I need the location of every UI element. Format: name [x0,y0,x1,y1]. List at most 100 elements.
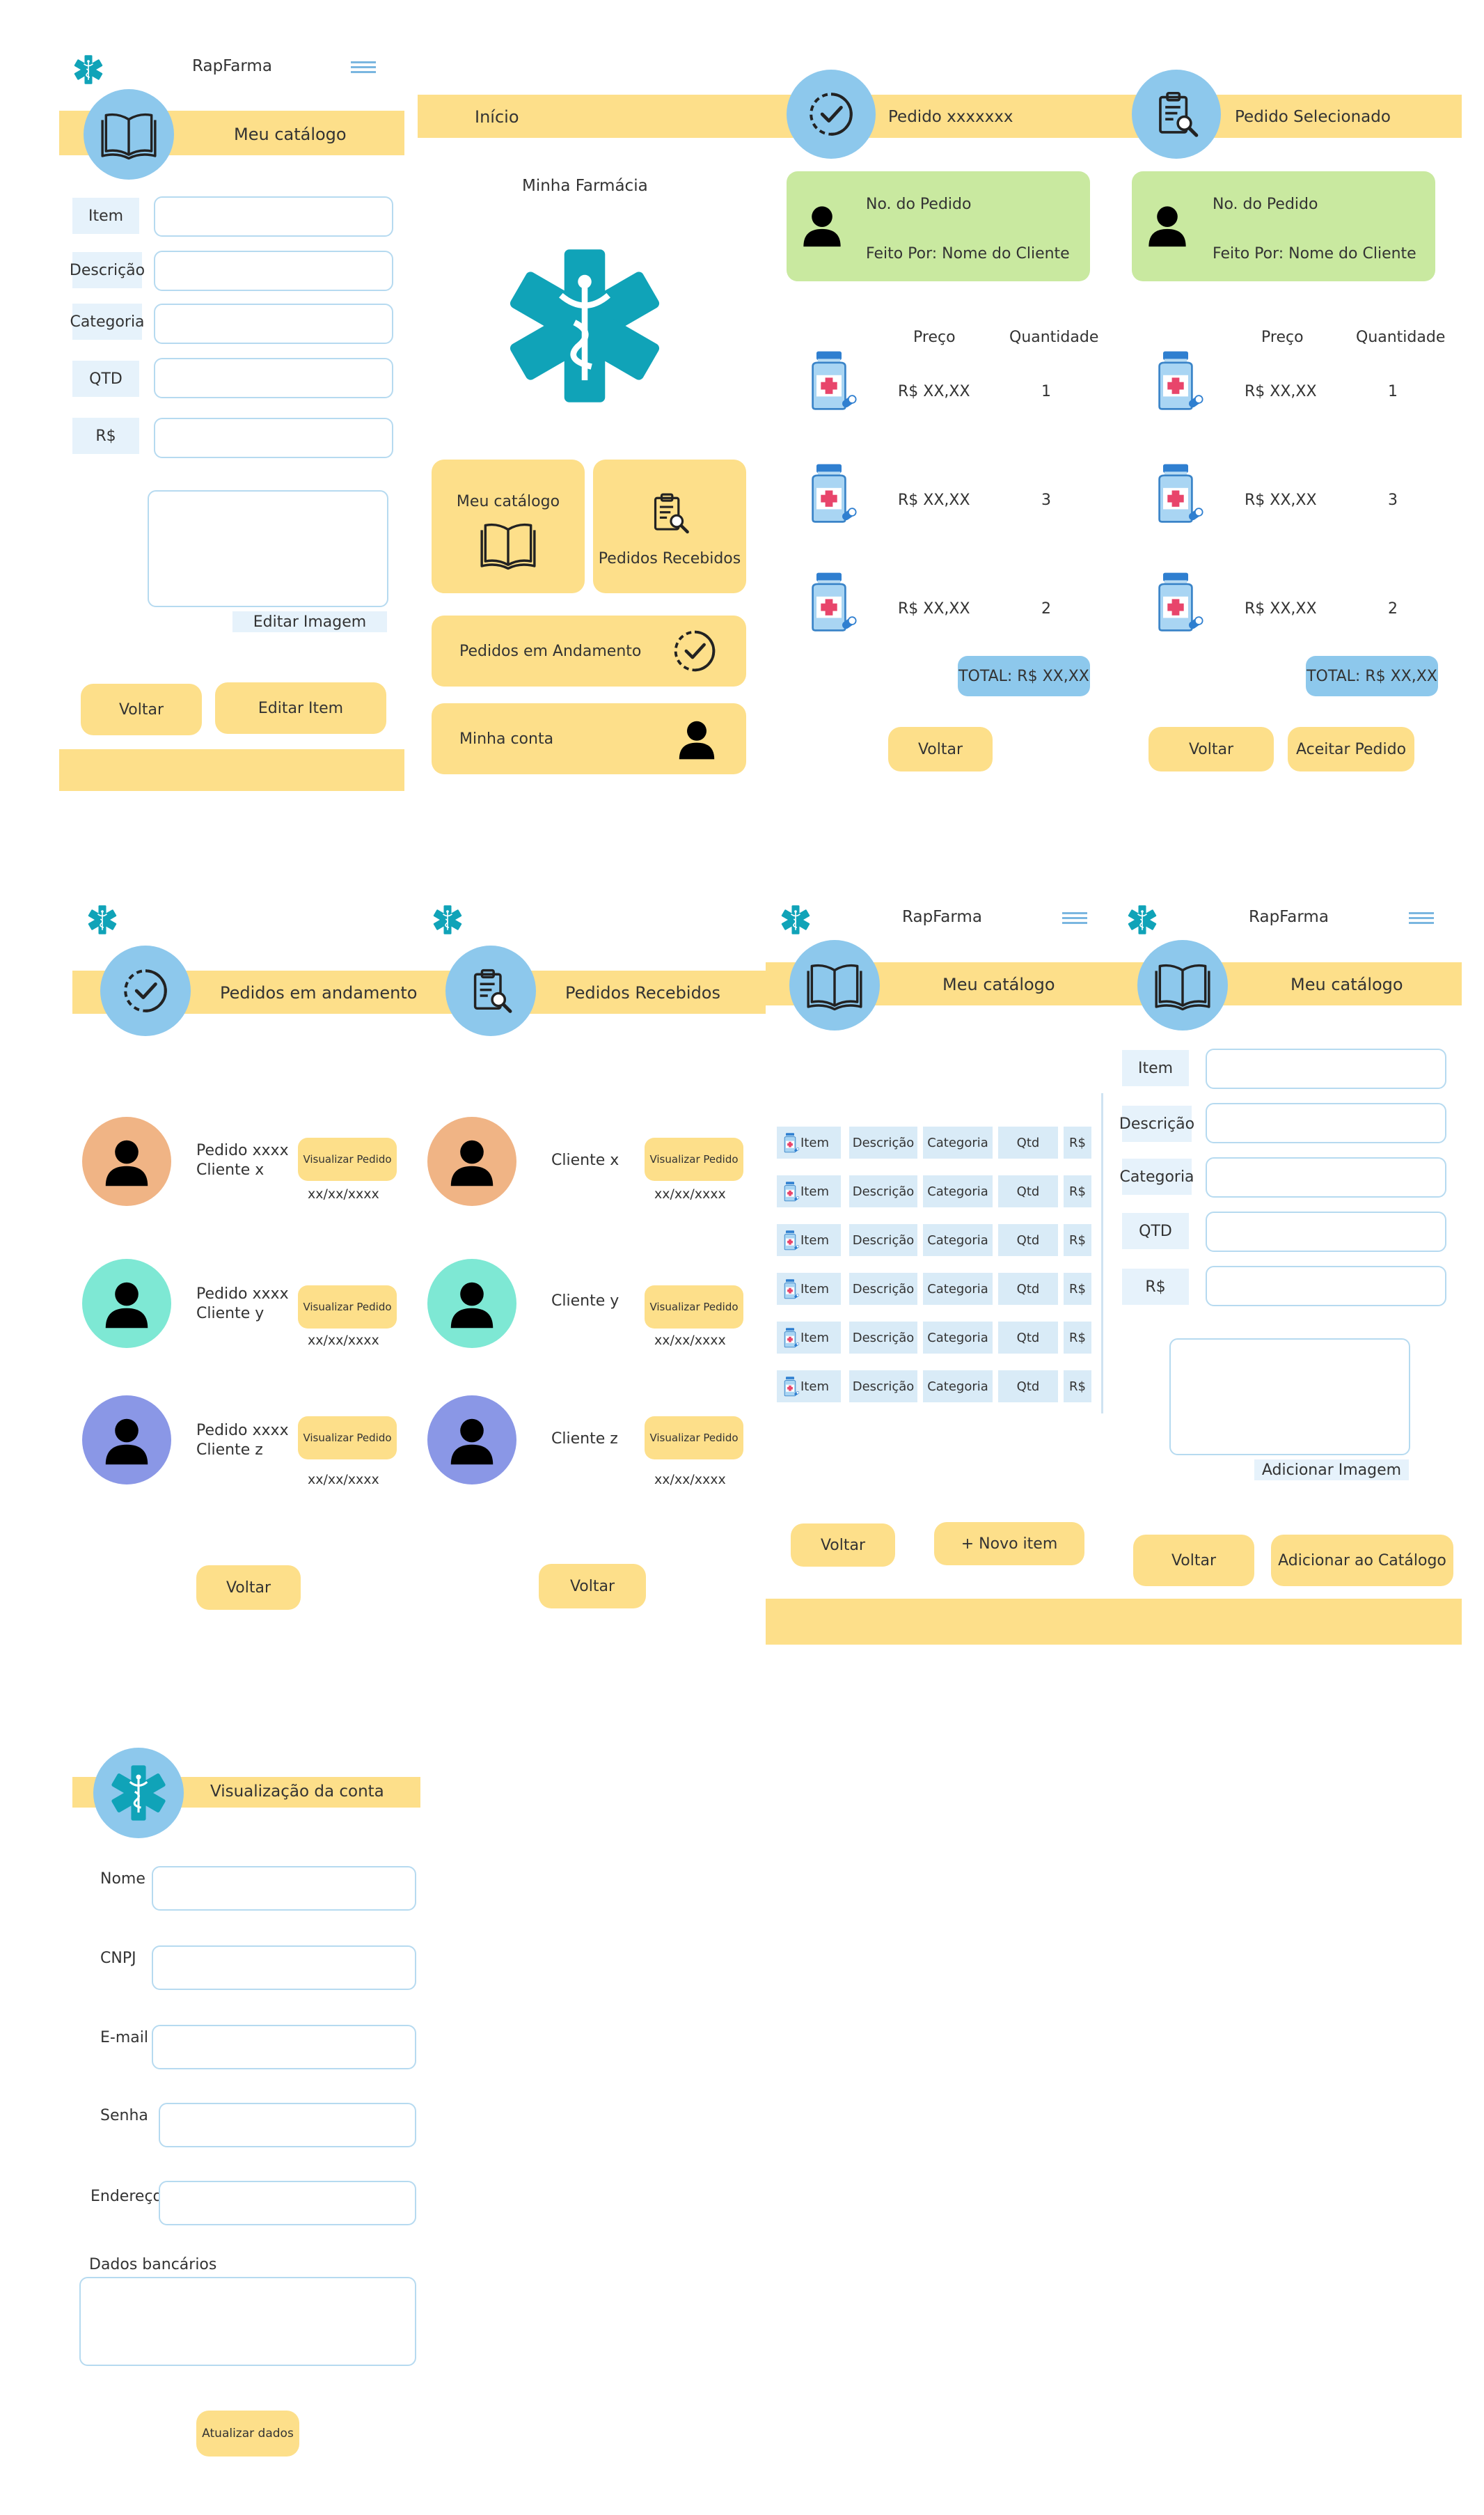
image-box[interactable] [1169,1338,1410,1455]
cnpj-field[interactable] [152,1945,416,1990]
add-image-label[interactable]: Adicionar Imagem [1254,1459,1409,1480]
order-client: Feito Por: Nome do Cliente [866,245,1070,263]
view-order-button[interactable]: Visualizar Pedido [645,1416,743,1459]
page-title: Visualização da conta [210,1783,384,1801]
update-data-button[interactable]: Atualizar dados [196,2411,299,2457]
name-field[interactable] [152,1866,416,1911]
label-item: Item [72,198,139,234]
row-price: R$ XX,XX [898,492,970,509]
category-field[interactable] [1206,1157,1446,1198]
address-field[interactable] [159,2181,416,2225]
menu-icon[interactable] [351,61,376,74]
label-qtd: QTD [1122,1213,1189,1249]
price-field[interactable] [1206,1266,1446,1306]
in-progress-button[interactable]: Pedidos em Andamento [432,616,746,687]
medicine-bottle-icon [1144,344,1207,416]
avatar [427,1259,516,1348]
table-cell: Qtd [998,1224,1058,1256]
medicine-bottle-icon [798,457,860,529]
image-box[interactable] [148,490,388,607]
password-field[interactable] [159,2103,416,2147]
label-item: Item [1122,1050,1189,1086]
view-order-button[interactable]: Visualizar Pedido [298,1285,397,1329]
order-date: xx/xx/xxxx [654,1472,726,1487]
view-order-button[interactable]: Visualizar Pedido [645,1285,743,1329]
table-cell: Qtd [998,1127,1058,1159]
logo-icon [780,904,812,936]
table-cell: Descrição [849,1322,917,1354]
avatar [82,1259,171,1348]
back-button[interactable]: Voltar [539,1564,646,1608]
book-icon [477,515,539,574]
table-cell: R$ [1064,1175,1091,1207]
price-field[interactable] [154,418,393,458]
accept-order-button[interactable]: Aceitar Pedido [1288,727,1414,771]
row-qty: 2 [1041,600,1051,618]
back-button[interactable]: Voltar [81,684,202,735]
edit-image-label[interactable]: Editar Imagem [232,611,387,632]
item-field[interactable] [1206,1049,1446,1089]
logo-icon [86,904,118,936]
logo-icon [93,1748,184,1838]
menu-icon[interactable] [1409,912,1434,925]
table-cell: R$ [1064,1273,1091,1305]
person-icon [1142,196,1193,253]
add-to-catalog-button[interactable]: Adicionar ao Catálogo [1271,1535,1453,1586]
row-qty: 3 [1041,492,1051,509]
account-button[interactable]: Minha conta [432,703,746,774]
catalog-label: Meu catálogo [456,493,560,510]
back-button[interactable]: Voltar [1148,727,1274,771]
label-address: Endereço [90,2188,162,2205]
client-label: Cliente z [196,1441,263,1459]
order-client: Feito Por: Nome do Cliente [1213,245,1416,263]
email-field[interactable] [152,2025,416,2069]
order-date: xx/xx/xxxx [654,1333,726,1348]
view-order-button[interactable]: Visualizar Pedido [298,1138,397,1181]
person-icon [672,712,721,765]
view-order-button[interactable]: Visualizar Pedido [645,1138,743,1181]
order-label: Pedido xxxx [196,1422,289,1439]
catalog-button[interactable]: Meu catálogo [432,460,585,593]
table-cell: Descrição [849,1127,917,1159]
description-field[interactable] [1206,1103,1446,1143]
table-cell: Item [777,1224,841,1256]
page-title: Pedidos em andamento [220,983,418,1003]
book-icon [1137,940,1228,1031]
order-date: xx/xx/xxxx [654,1186,726,1202]
avatar [82,1117,171,1206]
table-cell: Categoria [923,1322,993,1354]
description-field[interactable] [154,251,393,291]
table-cell: Descrição [849,1370,917,1402]
page-title: Meu catálogo [1290,975,1403,994]
label-password: Senha [100,2107,148,2124]
received-orders-button[interactable]: Pedidos Recebidos [593,460,746,593]
edit-item-button[interactable]: Editar Item [215,682,386,734]
qtd-field[interactable] [154,358,393,398]
view-order-button[interactable]: Visualizar Pedido [298,1416,397,1459]
order-title: Pedido Selecionado [1235,108,1391,126]
row-price: R$ XX,XX [898,600,970,618]
bank-field[interactable] [79,2277,416,2366]
app-title: RapFarma [1249,908,1329,926]
price-header: Preço [913,329,956,346]
row-price: R$ XX,XX [1245,383,1317,400]
back-button[interactable]: Voltar [196,1565,301,1610]
medicine-bottle-icon [780,1228,800,1252]
order-label: Pedido xxxx [196,1142,289,1159]
table-cell: Categoria [923,1175,993,1207]
back-button[interactable]: Voltar [791,1523,895,1567]
scrollbar[interactable] [1101,1093,1103,1413]
menu-icon[interactable] [1062,912,1087,925]
qtd-field[interactable] [1206,1212,1446,1252]
item-field[interactable] [154,196,393,237]
table-cell-label: Item [800,1379,829,1394]
back-button[interactable]: Voltar [888,727,993,771]
clipboard-search-icon [445,946,536,1036]
table-cell: Item [777,1273,841,1305]
category-field[interactable] [154,304,393,344]
clipboard-search-icon [647,489,692,538]
order-number: No. do Pedido [866,196,972,213]
new-item-button[interactable]: + Novo item [934,1522,1084,1565]
back-button[interactable]: Voltar [1133,1535,1254,1586]
page-title: Meu catálogo [234,125,347,144]
